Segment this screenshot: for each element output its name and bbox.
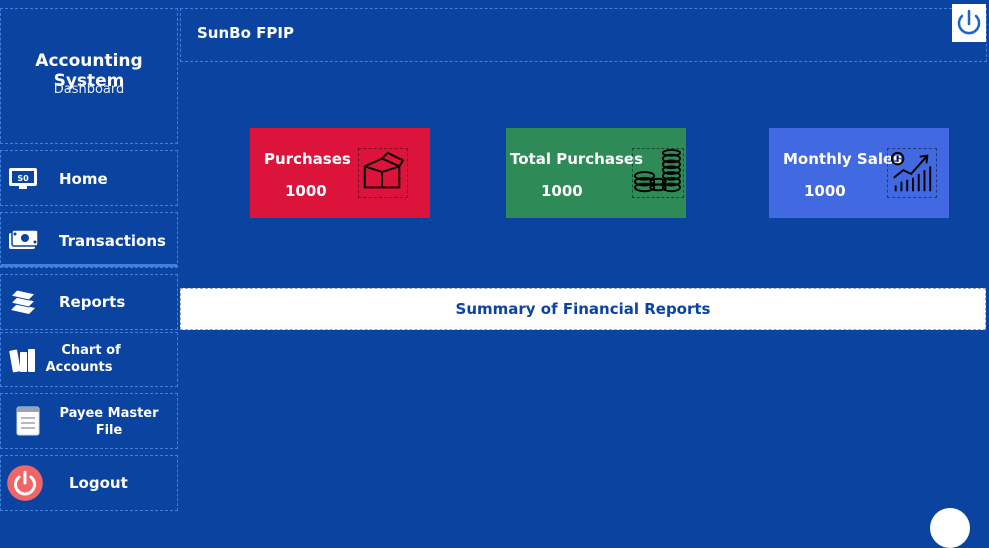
coins-icon [632,148,684,198]
sidebar-item-chart-of-accounts[interactable]: Chart of Accounts [0,332,178,387]
money-icon [9,229,39,249]
sidebar-header: Accounting System Dashboard [0,8,178,144]
sidebar-item-home[interactable]: S0 Home [0,150,178,206]
top-header: SunBo FPIP [180,8,987,62]
summary-bar[interactable]: Summary of Financial Reports [180,288,986,330]
sidebar-item-reports[interactable]: Reports [0,274,178,330]
sidebar-item-label: Home [59,170,108,188]
app-subtitle: Dashboard [53,82,125,97]
sidebar-item-label: Payee Master File [57,405,161,439]
document-icon [16,406,40,436]
card-value: 1000 [804,182,846,200]
label-line-2: Accounts [45,360,113,375]
power-button[interactable] [952,4,986,42]
card-title: Total Purchases [510,150,643,168]
monitor-icon: S0 [9,168,37,189]
power-icon [7,465,43,501]
card-value: 1000 [285,182,327,200]
books-icon [10,289,36,314]
summary-label: Summary of Financial Reports [455,300,711,318]
svg-text:S0: S0 [17,174,29,183]
corner-circle-decoration [930,508,970,548]
label-line-2: File [95,423,123,438]
active-indicator [1,264,177,267]
sidebar-item-label: Chart of Accounts [41,342,141,376]
label-line-1: Chart of [61,343,121,358]
power-icon [957,9,981,35]
box-icon [358,148,408,198]
sidebar-item-transactions[interactable]: Transactions [0,212,178,268]
card-title: Monthly Sales [783,150,903,168]
header-app-name: SunBo FPIP [197,24,294,42]
sidebar-item-payee-master-file[interactable]: Payee Master File [0,393,178,449]
card-purchases[interactable]: Purchases 1000 [250,128,430,218]
sidebar-item-label: Transactions [59,232,166,250]
sidebar-item-logout[interactable]: Logout [0,455,178,511]
card-total-purchases[interactable]: Total Purchases 1000 [506,128,686,218]
sidebar-item-label: Reports [59,293,126,311]
sidebar-item-label: Logout [69,474,128,492]
card-monthly-sales[interactable]: Monthly Sales 1000 [769,128,949,218]
card-value: 1000 [541,182,583,200]
growth-chart-icon [887,148,937,198]
label-line-1: Payee Master [59,406,159,421]
card-title: Purchases [264,150,351,168]
